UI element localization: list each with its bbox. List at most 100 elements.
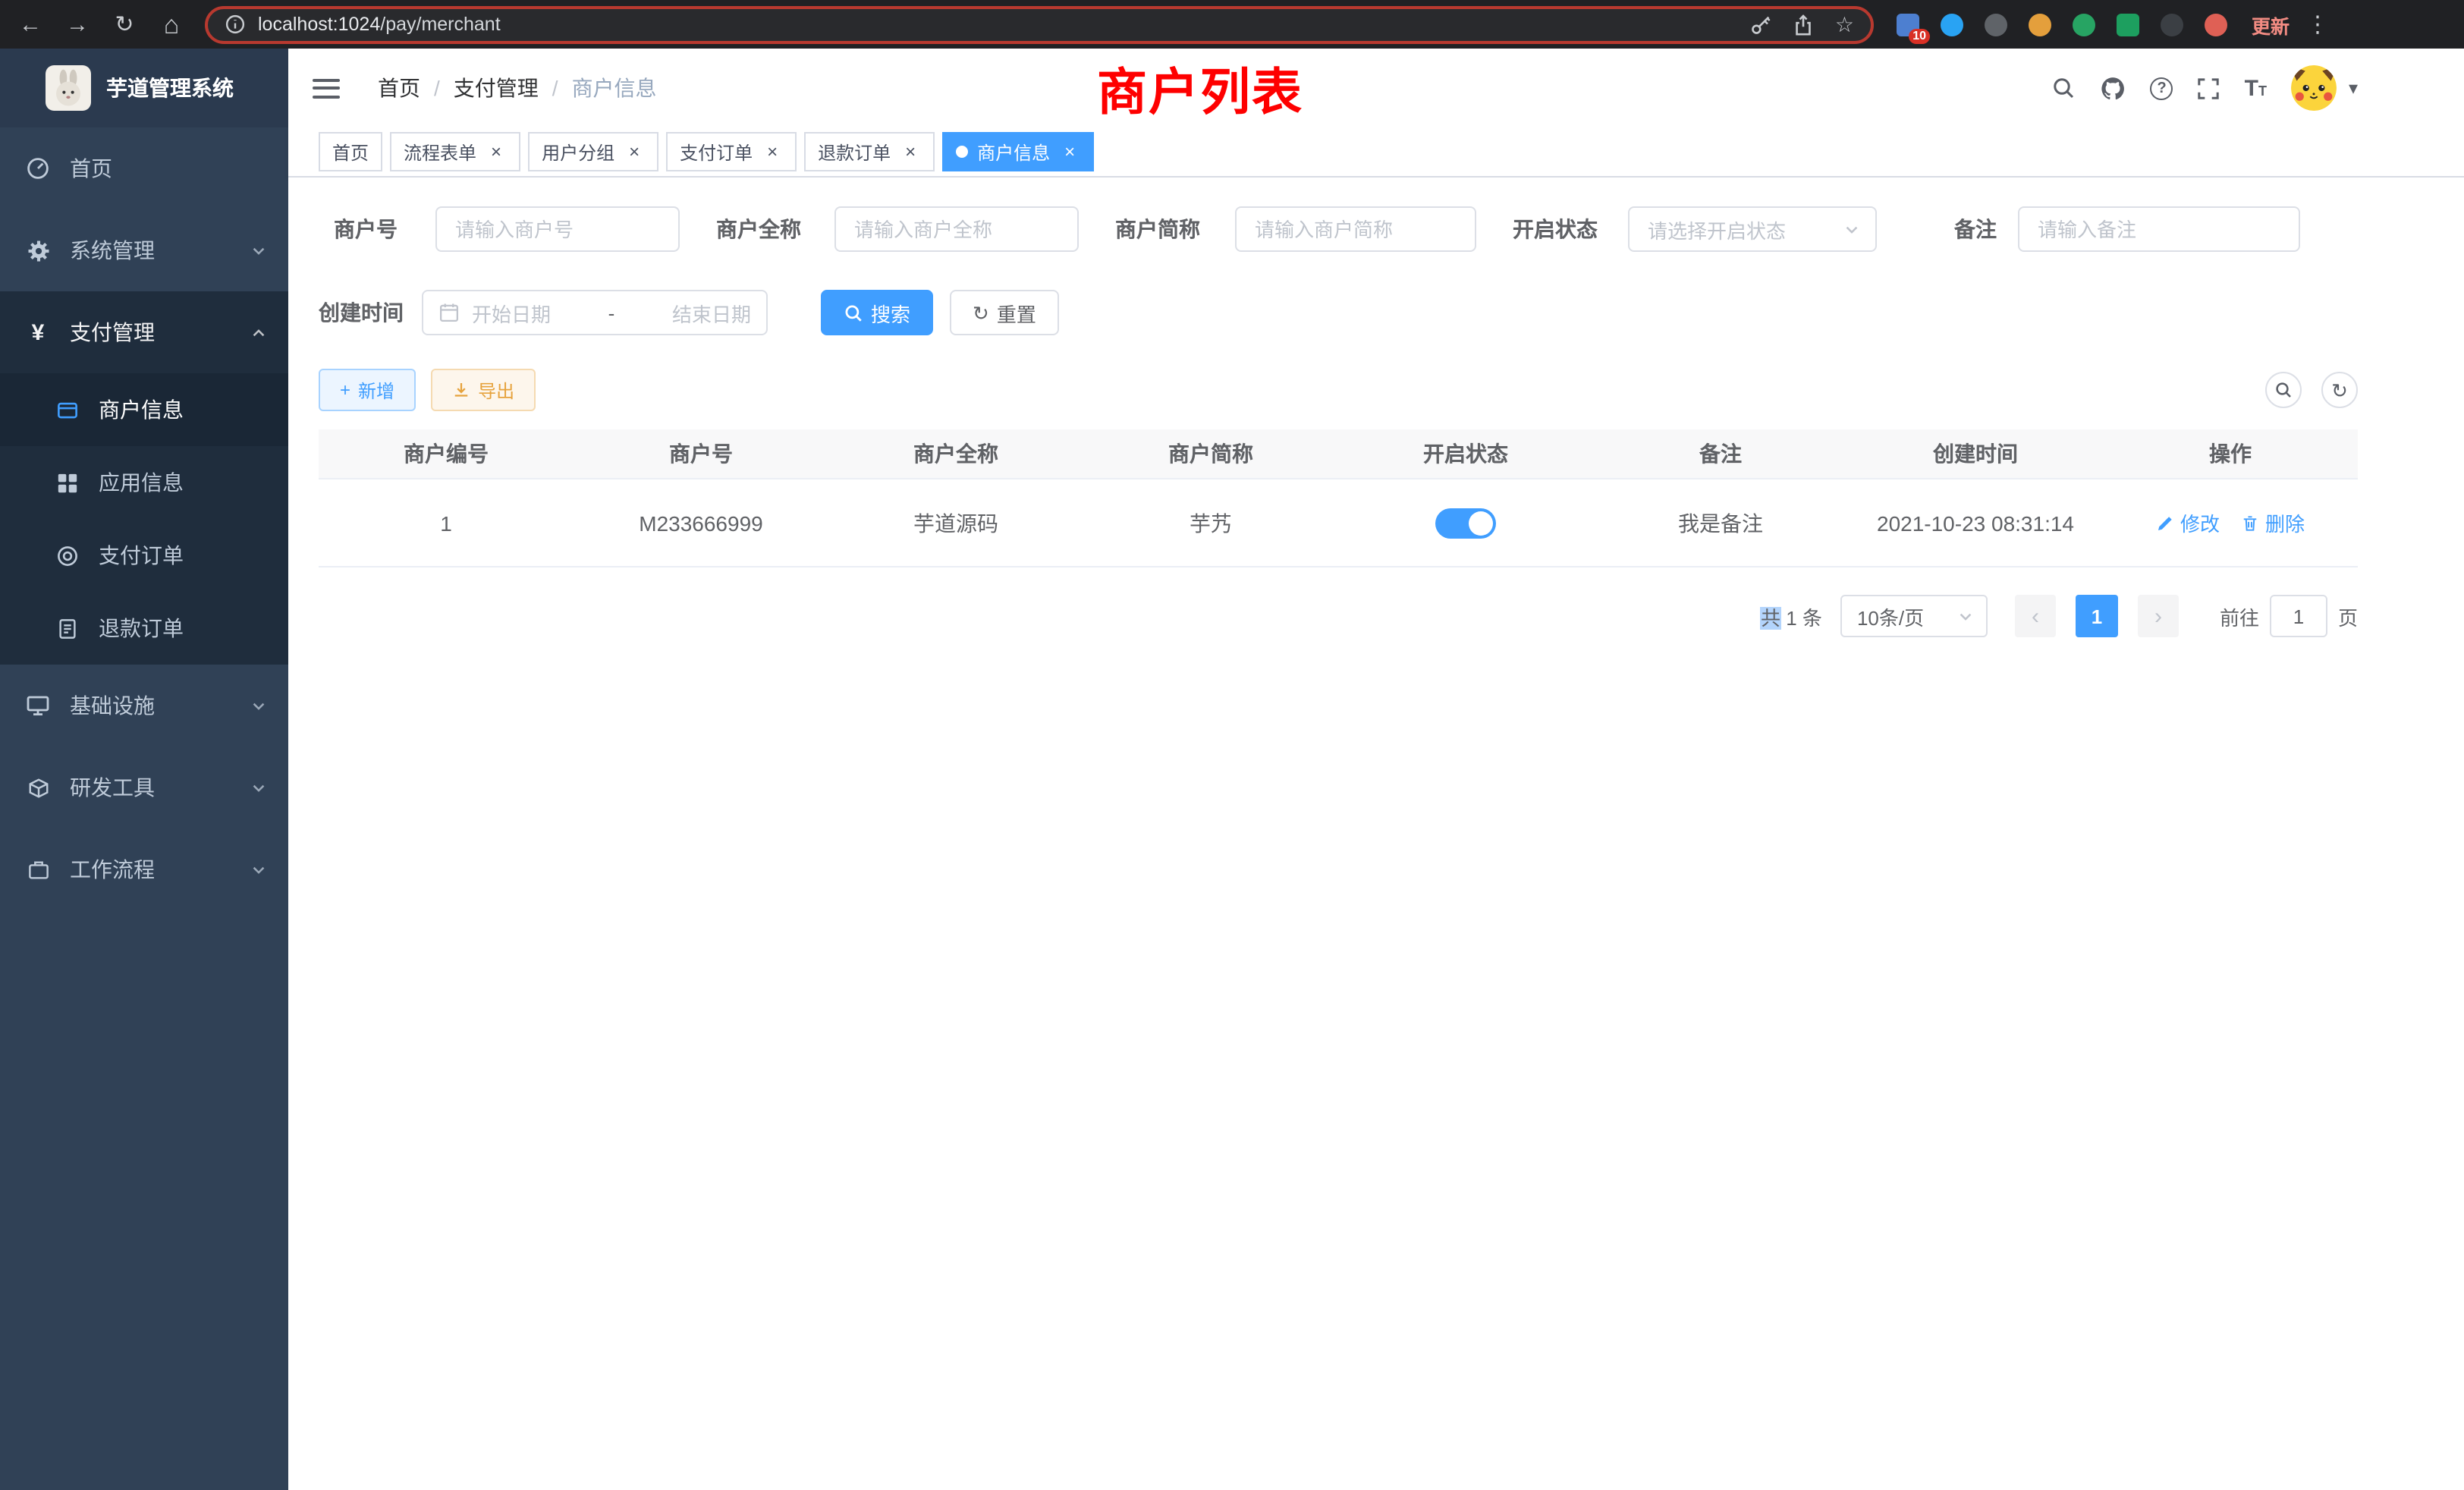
prev-page-button[interactable]: ‹ bbox=[2015, 595, 2056, 637]
help-button[interactable]: ? bbox=[2151, 77, 2173, 99]
payment-submenu: 商户信息 应用信息 支付订单 bbox=[0, 373, 288, 665]
user-avatar[interactable] bbox=[2291, 65, 2337, 111]
bookmark-star-icon[interactable]: ☆ bbox=[1835, 11, 1854, 37]
page-content: 商户号 商户全称 商户简称 开启状态 请选择开启状态 bbox=[288, 178, 2464, 1490]
browser-reload-button[interactable]: ↻ bbox=[105, 5, 144, 44]
search-icon bbox=[844, 303, 863, 322]
browser-chrome: ← → ↻ ⌂ localhost:1024/pay/merchant ☆ 10 bbox=[0, 0, 2464, 49]
tab-user-group[interactable]: 用户分组 × bbox=[528, 132, 658, 171]
sidebar-item-workflow[interactable]: 工作流程 bbox=[0, 828, 288, 910]
total-prefix: 共 bbox=[1761, 606, 1780, 629]
calendar-icon bbox=[438, 302, 460, 323]
search-icon bbox=[2274, 381, 2293, 399]
sidebar-item-label: 支付管理 bbox=[70, 317, 155, 347]
tab-pay-order[interactable]: 支付订单 × bbox=[666, 132, 797, 171]
delete-link[interactable]: 删除 bbox=[2241, 508, 2305, 537]
remark-input[interactable] bbox=[2018, 206, 2300, 252]
export-button[interactable]: 导出 bbox=[431, 369, 536, 411]
refresh-table-button[interactable]: ↻ bbox=[2321, 372, 2358, 408]
page-size-select[interactable]: 10条/页 bbox=[1840, 595, 1988, 637]
tab-home[interactable]: 首页 bbox=[319, 132, 382, 171]
tab-refund-order[interactable]: 退款订单 × bbox=[804, 132, 935, 171]
browser-menu-icon[interactable]: ⋮ bbox=[2306, 13, 2329, 36]
filter-remark: 备注 bbox=[1954, 206, 2300, 252]
sidebar-item-app-info[interactable]: 应用信息 bbox=[0, 446, 288, 519]
browser-back-button[interactable]: ← bbox=[11, 5, 50, 44]
merchant-table: 商户编号 商户号 商户全称 商户简称 开启状态 备注 创建时间 操作 1 M23… bbox=[319, 429, 2358, 567]
edit-link[interactable]: 修改 bbox=[2156, 508, 2220, 537]
date-range-picker[interactable]: 开始日期 - 结束日期 bbox=[422, 290, 768, 335]
browser-home-button[interactable]: ⌂ bbox=[152, 5, 191, 44]
extension-icon[interactable] bbox=[1985, 13, 2007, 36]
status-toggle[interactable] bbox=[1435, 508, 1496, 538]
sidebar-item-refund-order[interactable]: 退款订单 bbox=[0, 592, 288, 665]
sidebar-toggle-button[interactable] bbox=[313, 78, 340, 98]
caret-down-icon[interactable]: ▾ bbox=[2349, 79, 2358, 97]
short-name-input[interactable] bbox=[1235, 206, 1476, 252]
extension-icon[interactable] bbox=[1941, 13, 1963, 36]
column-header: 商户简称 bbox=[1083, 439, 1338, 469]
tab-close-icon[interactable]: × bbox=[486, 141, 507, 162]
full-name-input[interactable] bbox=[834, 206, 1079, 252]
extension-icon[interactable]: 10 bbox=[1897, 13, 1919, 36]
merchant-no-input[interactable] bbox=[435, 206, 680, 252]
extension-icon[interactable] bbox=[2161, 13, 2183, 36]
refresh-icon: ↻ bbox=[2331, 380, 2348, 400]
chevron-left-icon: ‹ bbox=[2032, 605, 2039, 627]
address-bar[interactable]: localhost:1024/pay/merchant ☆ bbox=[205, 5, 1874, 43]
app-logo[interactable]: 芋道管理系统 bbox=[0, 49, 288, 127]
sidebar-item-system[interactable]: 系统管理 bbox=[0, 209, 288, 291]
tab-label: 首页 bbox=[332, 139, 369, 165]
chevron-right-icon: › bbox=[2154, 605, 2162, 627]
add-button[interactable]: + 新增 bbox=[319, 369, 416, 411]
breadcrumb-payment[interactable]: 支付管理 bbox=[454, 73, 539, 103]
reset-button[interactable]: ↻ 重置 bbox=[950, 290, 1059, 335]
card-icon bbox=[55, 398, 79, 421]
page-1-button[interactable]: 1 bbox=[2076, 595, 2118, 637]
add-button-label: 新增 bbox=[358, 377, 394, 403]
tab-process-form[interactable]: 流程表单 × bbox=[390, 132, 520, 171]
filter-label: 商户全称 bbox=[716, 214, 801, 244]
toggle-search-button[interactable] bbox=[2265, 372, 2302, 408]
extension-icon[interactable] bbox=[2117, 13, 2139, 36]
tab-close-icon[interactable]: × bbox=[1059, 141, 1080, 162]
browser-profile-icon[interactable] bbox=[2205, 13, 2227, 36]
home-icon: ⌂ bbox=[164, 11, 180, 37]
total-suffix: 1 条 bbox=[1786, 606, 1822, 629]
browser-update-button[interactable]: 更新 bbox=[2252, 10, 2290, 39]
font-size-button[interactable]: TT bbox=[2245, 75, 2267, 101]
password-key-icon[interactable] bbox=[1750, 13, 1773, 36]
tab-merchant-info[interactable]: 商户信息 × bbox=[942, 132, 1094, 171]
fullscreen-button[interactable] bbox=[2198, 77, 2220, 99]
page-unit-label: 页 bbox=[2338, 602, 2358, 630]
filter-label: 备注 bbox=[1954, 214, 1997, 244]
extension-icon[interactable] bbox=[2073, 13, 2095, 36]
extension-icon[interactable] bbox=[2029, 13, 2051, 36]
sidebar-item-merchant-info[interactable]: 商户信息 bbox=[0, 373, 288, 446]
fullscreen-icon bbox=[2198, 77, 2220, 99]
site-info-icon[interactable] bbox=[225, 14, 246, 35]
filter-merchant-no: 商户号 bbox=[319, 206, 680, 252]
status-select[interactable]: 请选择开启状态 bbox=[1628, 206, 1877, 252]
forward-icon: → bbox=[66, 13, 89, 36]
github-button[interactable] bbox=[2101, 75, 2126, 101]
sidebar-item-payment[interactable]: ¥ 支付管理 bbox=[0, 291, 288, 373]
sidebar-item-label: 系统管理 bbox=[70, 235, 155, 266]
sidebar-item-infrastructure[interactable]: 基础设施 bbox=[0, 665, 288, 747]
chevron-down-icon bbox=[250, 861, 267, 878]
tab-close-icon[interactable]: × bbox=[762, 141, 783, 162]
goto-page-input[interactable] bbox=[2270, 595, 2327, 637]
browser-forward-button[interactable]: → bbox=[58, 5, 97, 44]
search-button[interactable]: 搜索 bbox=[821, 290, 933, 335]
cell-short-name: 芋艿 bbox=[1083, 508, 1338, 538]
share-icon[interactable] bbox=[1793, 13, 1815, 36]
sidebar: 芋道管理系统 首页 系统管理 bbox=[0, 49, 288, 1490]
tab-close-icon[interactable]: × bbox=[624, 141, 645, 162]
header-search-button[interactable] bbox=[2052, 76, 2076, 100]
tab-close-icon[interactable]: × bbox=[900, 141, 921, 162]
breadcrumb-home[interactable]: 首页 bbox=[378, 73, 420, 103]
sidebar-item-pay-order[interactable]: 支付订单 bbox=[0, 519, 288, 592]
sidebar-item-devtools[interactable]: 研发工具 bbox=[0, 747, 288, 828]
next-page-button[interactable]: › bbox=[2138, 595, 2179, 637]
sidebar-item-home[interactable]: 首页 bbox=[0, 127, 288, 209]
